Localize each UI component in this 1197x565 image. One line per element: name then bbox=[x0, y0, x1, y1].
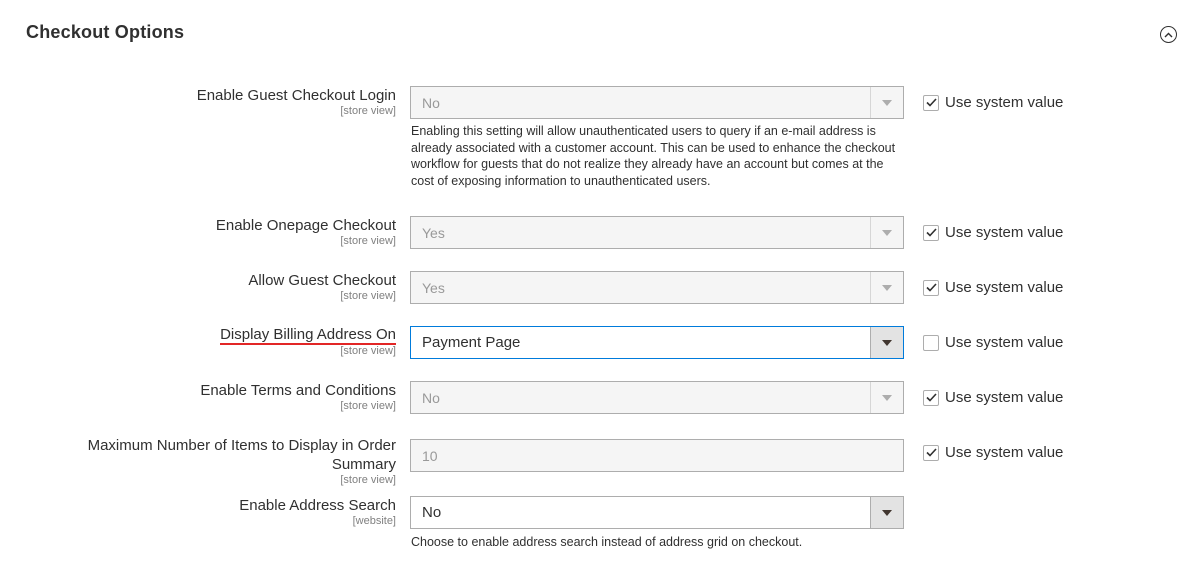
collapse-button[interactable] bbox=[1160, 26, 1177, 43]
field-scope: [store view] bbox=[340, 345, 396, 357]
checkbox[interactable] bbox=[923, 389, 939, 406]
select-value: Payment Page bbox=[422, 334, 521, 351]
select-value: Yes bbox=[422, 279, 445, 296]
caret-down-icon bbox=[882, 394, 892, 401]
chevron-up-icon bbox=[1164, 32, 1173, 37]
max-items-input[interactable]: 10 bbox=[410, 439, 904, 472]
use-system-value-allow-guest-checkout[interactable]: Use system value bbox=[923, 279, 1063, 296]
checkbox[interactable] bbox=[923, 444, 939, 461]
use-system-value-guest-checkout-login[interactable]: Use system value bbox=[923, 94, 1063, 111]
section-title: Checkout Options bbox=[26, 22, 185, 42]
checkbox[interactable] bbox=[923, 279, 939, 296]
caret-down-icon bbox=[882, 509, 892, 516]
display-billing-address-select[interactable]: Payment Page bbox=[410, 326, 904, 359]
checkmark-icon bbox=[925, 98, 937, 107]
caret-down-icon bbox=[882, 229, 892, 236]
use-system-value-label: Use system value bbox=[945, 444, 1064, 461]
select-value: No bbox=[422, 94, 440, 111]
input-value: 10 bbox=[422, 447, 438, 464]
allow-guest-checkout-select[interactable]: Yes bbox=[410, 271, 904, 304]
use-system-value-display-billing-address[interactable]: Use system value bbox=[923, 334, 1063, 351]
field-label: Allow Guest Checkout bbox=[248, 272, 396, 289]
use-system-value-label: Use system value bbox=[945, 224, 1064, 241]
select-value: No bbox=[422, 389, 440, 406]
guest-checkout-login-select[interactable]: No bbox=[410, 86, 904, 119]
select-arrow[interactable] bbox=[870, 497, 903, 528]
use-system-value-label: Use system value bbox=[945, 279, 1064, 296]
use-system-value-label: Use system value bbox=[945, 389, 1064, 406]
field-label: Display Billing Address On bbox=[220, 326, 396, 345]
select-arrow[interactable] bbox=[870, 217, 903, 248]
use-system-value-terms-and-conditions[interactable]: Use system value bbox=[923, 389, 1063, 406]
use-system-value-label: Use system value bbox=[945, 94, 1064, 111]
use-system-value-label: Use system value bbox=[945, 334, 1064, 351]
select-value: Yes bbox=[422, 224, 445, 241]
field-label-group: Enable Terms and Conditions [store view] bbox=[66, 381, 396, 413]
field-label-group: Enable Address Search [website] bbox=[66, 496, 396, 528]
checkbox[interactable] bbox=[923, 224, 939, 241]
caret-down-icon bbox=[882, 339, 892, 346]
field-label-line2: Summary bbox=[331, 456, 396, 473]
field-scope: [store view] bbox=[340, 105, 396, 117]
use-system-value-max-items[interactable]: Use system value bbox=[923, 444, 1063, 461]
checkmark-icon bbox=[925, 448, 937, 457]
caret-down-icon bbox=[882, 99, 892, 106]
field-scope: [store view] bbox=[340, 474, 396, 486]
field-label: Enable Guest Checkout Login bbox=[196, 87, 396, 104]
field-label: Enable Terms and Conditions bbox=[200, 382, 396, 399]
field-scope: [store view] bbox=[340, 235, 396, 247]
terms-and-conditions-select[interactable]: No bbox=[410, 381, 904, 414]
field-label-group: Maximum Number of Items to Display in Or… bbox=[56, 436, 396, 487]
field-scope: [website] bbox=[352, 515, 396, 527]
use-system-value-onepage-checkout[interactable]: Use system value bbox=[923, 224, 1063, 241]
field-label-line1: Maximum Number of Items to Display in Or… bbox=[87, 437, 396, 454]
field-label-group: Display Billing Address On [store view] bbox=[66, 326, 396, 358]
select-arrow[interactable] bbox=[870, 87, 903, 118]
field-scope: [store view] bbox=[340, 400, 396, 412]
select-value: No bbox=[422, 504, 442, 521]
checkbox[interactable] bbox=[923, 94, 939, 111]
field-label-group: Enable Onepage Checkout [store view] bbox=[66, 216, 396, 248]
checkmark-icon bbox=[925, 283, 937, 292]
checkbox[interactable] bbox=[923, 334, 939, 351]
field-label-group: Allow Guest Checkout [store view] bbox=[66, 271, 396, 303]
onepage-checkout-select[interactable]: Yes bbox=[410, 216, 904, 249]
field-label: Enable Onepage Checkout bbox=[215, 217, 396, 234]
select-arrow[interactable] bbox=[870, 327, 903, 358]
checkout-options-page: Checkout Options Enable Guest Checkout L… bbox=[0, 0, 1197, 565]
field-scope: [store view] bbox=[340, 290, 396, 302]
checkmark-icon bbox=[925, 228, 937, 237]
checkmark-icon bbox=[925, 393, 937, 402]
field-label: Enable Address Search bbox=[239, 497, 396, 514]
select-arrow[interactable] bbox=[870, 382, 903, 413]
select-arrow[interactable] bbox=[870, 272, 903, 303]
field-label-group: Enable Guest Checkout Login [store view] bbox=[66, 86, 396, 118]
address-search-select[interactable]: No bbox=[410, 496, 904, 529]
field-note: Enabling this setting will allow unauthe… bbox=[411, 124, 896, 188]
field-note: Choose to enable address search instead … bbox=[411, 535, 803, 549]
caret-down-icon bbox=[882, 284, 892, 291]
